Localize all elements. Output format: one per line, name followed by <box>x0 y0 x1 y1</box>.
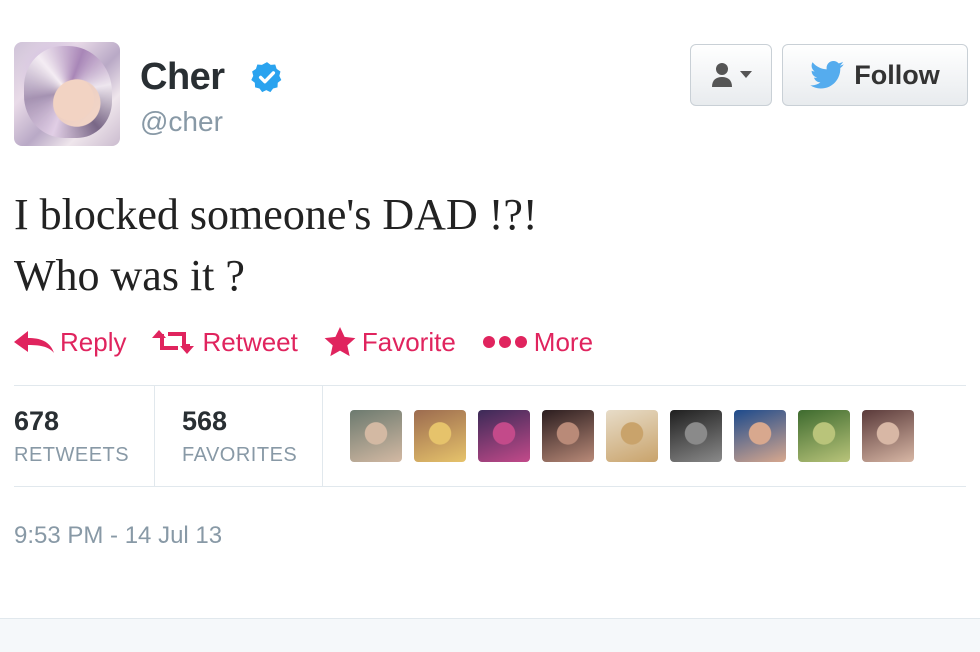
more-label: More <box>533 326 594 357</box>
retweets-label: RETWEETS <box>14 444 130 466</box>
star-icon <box>324 327 356 357</box>
favoriter-avatar-7[interactable] <box>734 410 786 462</box>
stats-separator <box>154 386 155 486</box>
more-action[interactable]: More <box>482 327 593 358</box>
reply-action[interactable]: Reply <box>14 327 126 358</box>
favoriter-avatar-8[interactable] <box>798 410 850 462</box>
favoriter-avatar-1[interactable] <box>350 410 402 462</box>
user-actions-button[interactable] <box>690 44 772 106</box>
tweet-text-line-1: I blocked someone's DAD !?! <box>14 190 538 239</box>
tweet-actions: Reply Retweet Favorite More <box>14 322 619 362</box>
favoriter-avatar-3[interactable] <box>478 410 530 462</box>
page-footer-bar <box>0 618 980 652</box>
verified-badge-icon <box>251 62 282 93</box>
user-icon <box>712 63 732 87</box>
stats-separator <box>322 386 323 486</box>
user-display-name[interactable]: Cher <box>140 56 225 99</box>
user-handle[interactable]: @cher <box>140 106 223 138</box>
favoriter-avatars <box>350 410 914 462</box>
tweet-header: Cher @cher Follow <box>14 42 968 152</box>
stats-bottom-divider <box>14 486 966 487</box>
retweets-stat[interactable]: 678 RETWEETS <box>14 386 154 486</box>
favoriter-avatar-6[interactable] <box>670 410 722 462</box>
tweet-text-line-2: Who was it ? <box>14 251 245 300</box>
tweet-stats: 678 RETWEETS 568 FAVORITES <box>14 386 966 486</box>
follow-button-label: Follow <box>854 59 940 90</box>
favorite-label: Favorite <box>361 326 456 357</box>
avatar-image <box>24 46 112 138</box>
retweet-icon <box>152 330 195 354</box>
reply-label: Reply <box>60 326 127 357</box>
retweets-count: 678 <box>14 406 60 436</box>
tweet-text: I blocked someone's DAD !?! Who was it ? <box>14 184 538 306</box>
favorites-count: 568 <box>182 406 228 436</box>
favoriter-avatar-9[interactable] <box>862 410 914 462</box>
favorite-action[interactable]: Favorite <box>324 327 456 358</box>
favoriter-avatar-2[interactable] <box>414 410 466 462</box>
twitter-bird-icon <box>810 61 845 89</box>
retweet-label: Retweet <box>202 326 298 357</box>
favorites-stat[interactable]: 568 FAVORITES <box>182 386 322 486</box>
reply-icon <box>14 331 54 353</box>
favoriter-avatar-5[interactable] <box>606 410 658 462</box>
favorites-label: FAVORITES <box>182 444 298 466</box>
retweet-action[interactable]: Retweet <box>152 326 298 358</box>
follow-button[interactable]: Follow <box>782 44 968 106</box>
favoriter-avatar-4[interactable] <box>542 410 594 462</box>
more-dots-icon <box>482 336 527 348</box>
tweet-timestamp[interactable]: 9:53 PM - 14 Jul 13 <box>14 522 222 550</box>
caret-down-icon <box>740 71 752 78</box>
profile-avatar[interactable] <box>14 42 120 146</box>
